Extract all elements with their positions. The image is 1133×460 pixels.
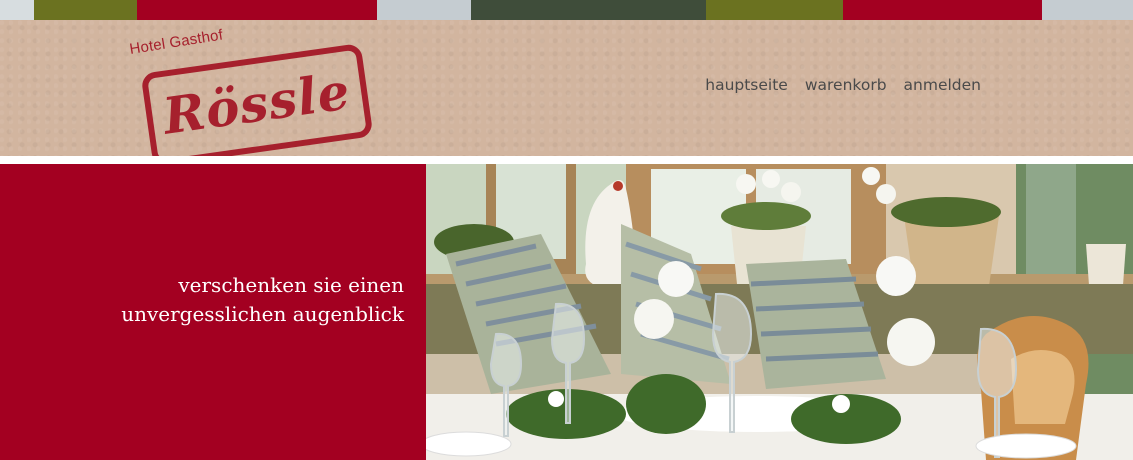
promo-line-1: verschenken sie einen [178,273,404,297]
table-setting-photo-icon [426,164,1133,460]
promo-panel: verschenken sie einen unvergesslichen au… [0,164,426,460]
stripe-segment [137,0,377,20]
main-nav: hauptseite warenkorb anmelden [705,76,981,94]
logo-subtitle: Hotel Gasthof [128,26,225,58]
promo-headline: verschenken sie einen unvergesslichen au… [121,271,404,329]
stripe-segment [34,0,137,20]
nav-link-anmelden[interactable]: anmelden [904,76,981,94]
nav-link-hauptseite[interactable]: hauptseite [705,76,788,94]
stripe-segment [706,0,843,20]
stripe-segment [843,0,1042,20]
site-header: Hotel Gasthof Rössle hauptseite warenkor… [0,20,1133,167]
stripe-segment [471,0,706,20]
logo-stamp[interactable]: Rössle [140,43,374,167]
nav-link-warenkorb[interactable]: warenkorb [805,76,887,94]
stripe-segment [1042,0,1133,20]
hero-photo [426,164,1133,460]
top-color-stripe [0,0,1133,20]
promo-line-2: unvergesslichen augenblick [121,302,404,326]
stripe-segment [0,0,34,20]
logo-name: Rössle [159,60,354,146]
stripe-segment [377,0,471,20]
header-separator [0,156,1133,164]
